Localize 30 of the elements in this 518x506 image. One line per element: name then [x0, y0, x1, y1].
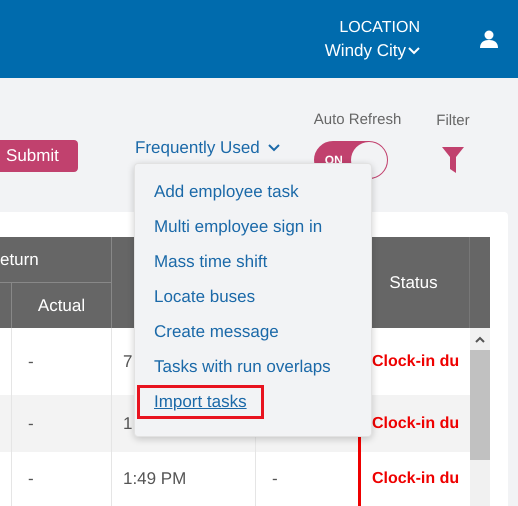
- table-cell-text: -: [28, 468, 34, 490]
- table-cell-text: 1:49 PM: [123, 468, 186, 490]
- table-header-cell: [0, 283, 12, 328]
- status-text: Clock-in du: [372, 352, 460, 372]
- chevron-down-icon: [268, 144, 280, 152]
- auto-refresh-label: Auto Refresh: [314, 110, 402, 130]
- scrollbar[interactable]: [470, 328, 490, 506]
- menu-item[interactable]: Locate buses: [137, 280, 272, 314]
- frequently-used-dropdown[interactable]: Frequently Used: [135, 135, 280, 160]
- table-cell-text: 7: [123, 350, 132, 373]
- table-cell-text: 1: [123, 412, 132, 435]
- chevron-down-icon: [408, 46, 420, 54]
- caret-up-icon[interactable]: [475, 336, 485, 343]
- column-group-header: eturn: [0, 237, 112, 283]
- table-cell-text: -: [28, 412, 34, 435]
- menu-item[interactable]: Import tasks: [137, 384, 264, 418]
- location-selector[interactable]: LOCATION Windy City: [324, 16, 420, 62]
- filter-label: Filter: [436, 111, 470, 131]
- user-icon[interactable]: [480, 30, 498, 48]
- menu-item[interactable]: Create message: [137, 314, 296, 348]
- column-header: Actual: [12, 283, 112, 328]
- menu-item[interactable]: Add employee task: [137, 174, 316, 208]
- filter-icon[interactable]: [442, 146, 464, 172]
- submit-button[interactable]: Submit: [0, 140, 78, 172]
- menu-item[interactable]: Mass time shift: [137, 244, 284, 278]
- table-cell-text: -: [28, 350, 34, 373]
- menu-item[interactable]: Tasks with run overlaps: [137, 350, 348, 384]
- status-text: Clock-in du: [372, 414, 460, 434]
- status-text: Clock-in du: [372, 469, 460, 489]
- menu-item[interactable]: Multi employee sign in: [137, 210, 340, 244]
